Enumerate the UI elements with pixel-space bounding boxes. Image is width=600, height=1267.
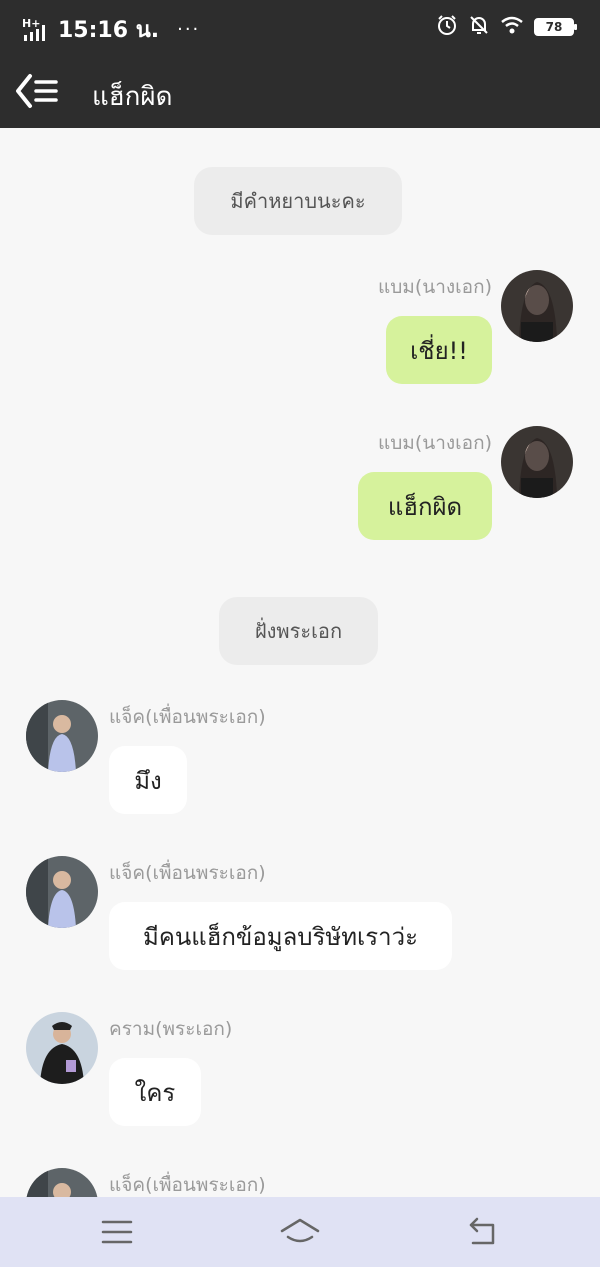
home-icon[interactable] xyxy=(278,1215,322,1249)
wifi-icon xyxy=(500,15,524,39)
menu-icon[interactable] xyxy=(97,1215,137,1249)
battery-icon: 78 xyxy=(534,18,577,36)
signal-icon: H+ xyxy=(22,17,52,43)
battery-level: 78 xyxy=(536,20,572,34)
avatar[interactable] xyxy=(501,270,573,342)
system-nav-bar xyxy=(0,1197,600,1267)
message-bubble-outgoing[interactable]: แฮ็กผิด xyxy=(358,472,492,540)
avatar[interactable] xyxy=(501,426,573,498)
alarm-icon xyxy=(436,14,458,40)
status-right: 78 xyxy=(436,14,577,40)
avatar[interactable] xyxy=(26,1012,98,1084)
back-menu-icon[interactable] xyxy=(14,72,62,110)
chat-header: แฮ็กผิด xyxy=(0,54,600,128)
sender-name: แบม(นางเอก) xyxy=(378,276,492,298)
bell-off-icon xyxy=(468,14,490,40)
message-bubble-incoming[interactable]: มึง xyxy=(109,746,187,814)
chat-title: แฮ็กผิด xyxy=(92,82,173,112)
sender-name: แบม(นางเอก) xyxy=(378,432,492,454)
system-message: มีคำหยาบนะคะ xyxy=(194,167,402,235)
status-bar: H+ 15:16 น. ··· 78 xyxy=(0,0,600,54)
more-notifications: ··· xyxy=(177,19,201,40)
message-bubble-incoming[interactable]: ใคร xyxy=(109,1058,201,1126)
system-message: ฝั่งพระเอก xyxy=(219,597,378,665)
sender-name: แจ็ค(เพื่อนพระเอก) xyxy=(109,1174,266,1196)
clock: 15:16 น. xyxy=(58,18,160,43)
avatar[interactable] xyxy=(26,700,98,772)
network-type: H+ xyxy=(22,17,40,30)
sender-name: คราม(พระเอก) xyxy=(109,1018,233,1040)
return-icon[interactable] xyxy=(463,1215,503,1249)
message-bubble-incoming[interactable]: มีคนแฮ็กข้อมูลบริษัทเราว่ะ xyxy=(109,902,452,970)
sender-name: แจ็ค(เพื่อนพระเอก) xyxy=(109,862,266,884)
status-left: H+ 15:16 น. ··· xyxy=(22,12,200,47)
message-bubble-outgoing[interactable]: เชี่ย!! xyxy=(386,316,492,384)
avatar[interactable] xyxy=(26,856,98,928)
sender-name: แจ็ค(เพื่อนพระเอก) xyxy=(109,706,266,728)
